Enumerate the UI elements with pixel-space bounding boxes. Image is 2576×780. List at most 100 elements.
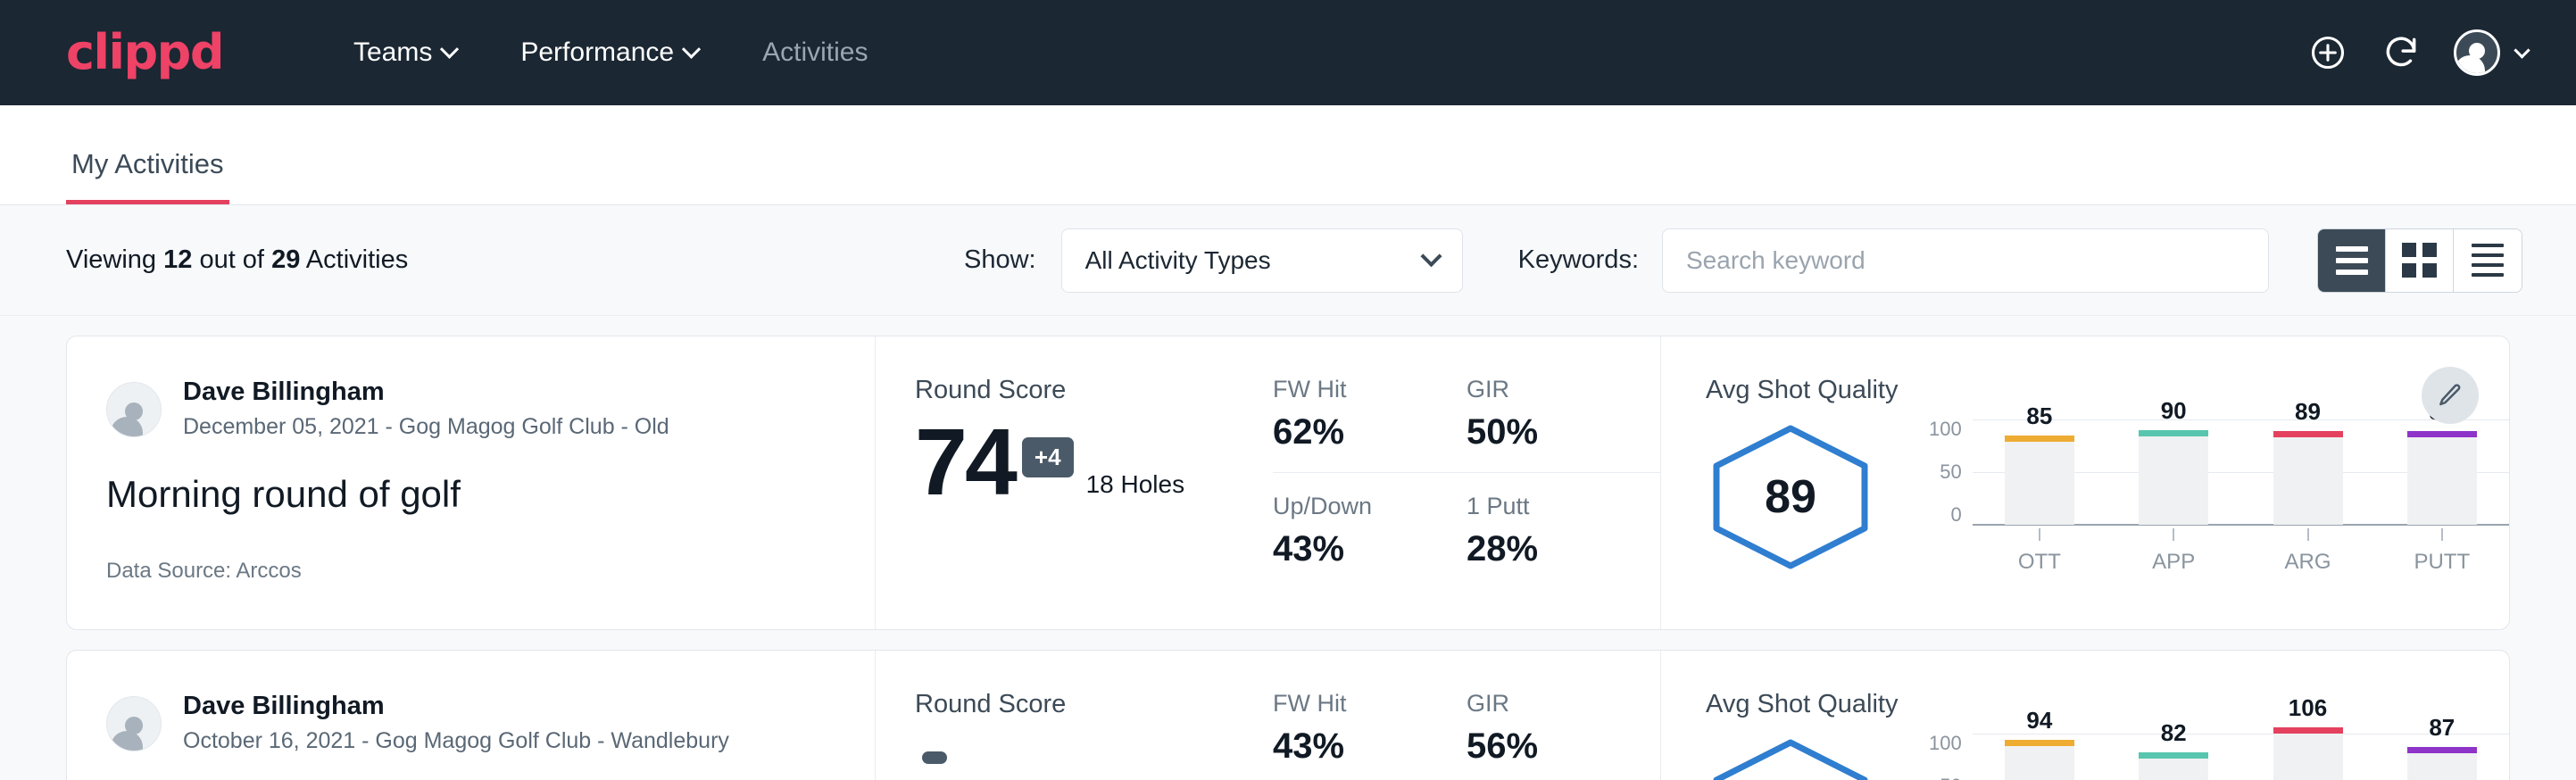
bar-cap-arg: [2273, 431, 2343, 437]
refresh-icon: [2381, 33, 2421, 72]
shot-quality-column: Avg Shot Quality 89 100 50 0: [1660, 336, 2509, 629]
x-label-group-putt: PUTT: [2407, 528, 2477, 575]
round-score-column: Round Score 74 +4 18 Holes: [875, 336, 1241, 629]
nav-item-teams-label: Teams: [353, 37, 432, 68]
bar-value-app: 90: [2161, 397, 2187, 425]
x-label-ott: OTT: [2018, 550, 2061, 575]
stat-fw-hit: FW Hit 43%: [1273, 690, 1467, 780]
x-label-group-arg: ARG: [2273, 528, 2343, 575]
shot-quality-body: 89 100 50 0 85: [1706, 419, 2509, 575]
x-label-putt: PUTT: [2414, 550, 2470, 575]
activity-type-select[interactable]: All Activity Types: [1061, 228, 1463, 293]
chevron-down-icon: [2514, 42, 2530, 58]
chevron-down-icon: [682, 39, 701, 58]
bar-group-arg: 89: [2273, 398, 2343, 525]
bar-putt: [2407, 431, 2477, 525]
y-tick-0: 0: [1929, 505, 1962, 525]
avg-shot-quality-label: Avg Shot Quality: [1706, 376, 2509, 405]
stat-gir: GIR 50%: [1467, 376, 1660, 473]
round-score-column: Round Score: [875, 651, 1241, 780]
stat-gir-label: GIR: [1467, 690, 1628, 718]
holes-played: 18 Holes: [1086, 470, 1185, 499]
stat-one-putt-value: 28%: [1467, 529, 1628, 569]
chart-bars: 85 90: [1973, 419, 2509, 525]
y-tick-50: 50: [1929, 462, 1962, 482]
navbar-actions: [2307, 29, 2528, 76]
shot-quality-chart: 100 50 0 94: [1929, 734, 2509, 780]
round-score-label: Round Score: [915, 690, 1241, 719]
bar-group-app: 90: [2139, 397, 2208, 525]
shot-quality-hexagon: [1706, 735, 1875, 780]
bar-value-ott: 85: [2026, 402, 2052, 430]
chevron-down-icon: [440, 39, 459, 58]
tab-my-activities[interactable]: My Activities: [66, 148, 229, 204]
search-input[interactable]: [1686, 246, 2245, 275]
plus-circle-icon: [2308, 33, 2347, 72]
add-button[interactable]: [2307, 32, 2348, 73]
chart-x-axis: OTT APP ARG: [1973, 528, 2509, 575]
stat-fw-hit: FW Hit 62%: [1273, 376, 1467, 473]
round-score-label: Round Score: [915, 376, 1241, 405]
round-stats-grid: FW Hit 43% GIR 56%: [1273, 690, 1660, 780]
stat-up-down-value: 43%: [1273, 529, 1434, 569]
activity-meta: October 16, 2021 - Gog Magog Golf Club -…: [183, 726, 729, 757]
bar-group-ott: 94: [2005, 707, 2074, 780]
toolbar-controls: Show: All Activity Types Keywords:: [964, 228, 2522, 293]
tab-bar: My Activities: [0, 105, 2576, 205]
bar-arg: [2273, 431, 2343, 525]
grid-view-button[interactable]: [2386, 229, 2454, 292]
list-view-button[interactable]: [2318, 229, 2386, 292]
player-header: Dave Billingham October 16, 2021 - Gog M…: [106, 690, 839, 757]
nav-item-activities[interactable]: Activities: [730, 37, 900, 68]
bar-group-arg: 106: [2273, 694, 2343, 780]
clippd-logo[interactable]: clippd: [66, 29, 223, 77]
avg-shot-quality-value: 89: [1706, 421, 1875, 573]
viewing-suffix: Activities: [306, 245, 408, 274]
account-menu[interactable]: [2454, 29, 2528, 76]
stat-up-down: Up/Down 43%: [1273, 473, 1467, 569]
stat-one-putt-label: 1 Putt: [1467, 493, 1628, 520]
refresh-button[interactable]: [2381, 32, 2422, 73]
bar-value-arg: 106: [2289, 694, 2327, 722]
stat-gir: GIR 56%: [1467, 690, 1660, 780]
stat-fw-hit-label: FW Hit: [1273, 690, 1434, 718]
nav-item-performance-label: Performance: [520, 37, 674, 68]
activity-meta: December 05, 2021 - Gog Magog Golf Club …: [183, 411, 669, 443]
activity-card[interactable]: Dave Billingham December 05, 2021 - Gog …: [66, 336, 2510, 630]
stat-fw-hit-label: FW Hit: [1273, 376, 1434, 403]
bar-cap-putt: [2407, 431, 2477, 437]
chart-plot-area: 94 82: [1973, 734, 2509, 780]
viewing-middle: out of: [199, 245, 264, 274]
shot-quality-column: Avg Shot Quality 100 50 0: [1660, 651, 2509, 780]
chart-plot-area: 85 90: [1973, 419, 2509, 575]
x-tick-app: [2173, 528, 2174, 541]
bar-arg: [2273, 727, 2343, 780]
compact-view-button[interactable]: [2454, 229, 2522, 292]
pencil-icon: [2437, 382, 2464, 409]
player-avatar: [106, 382, 162, 437]
y-tick-100: 100: [1929, 419, 1962, 439]
bar-cap-app: [2139, 752, 2208, 759]
stat-one-putt: 1 Putt 28%: [1467, 473, 1660, 569]
chart-y-axis: 100 50 0: [1929, 734, 1973, 780]
y-tick-100: 100: [1929, 734, 1962, 753]
edit-activity-button[interactable]: [2422, 367, 2479, 424]
round-score-row: 74 +4 18 Holes: [915, 418, 1241, 508]
y-tick-50: 50: [1929, 776, 1962, 780]
x-label-group-ott: OTT: [2005, 528, 2074, 575]
chevron-down-icon: [1420, 245, 1442, 267]
x-label-arg: ARG: [2284, 550, 2331, 575]
nav-item-teams[interactable]: Teams: [321, 37, 488, 68]
bar-ott: [2005, 436, 2074, 525]
nav-item-performance[interactable]: Performance: [488, 37, 730, 68]
chart-bars: 94 82: [1973, 734, 2509, 780]
x-tick-ott: [2039, 528, 2040, 541]
x-tick-arg: [2307, 528, 2309, 541]
grid-view-icon: [2402, 243, 2437, 278]
primary-nav: Teams Performance Activities: [321, 37, 900, 68]
bar-value-ott: 94: [2026, 707, 2052, 734]
activity-card[interactable]: Dave Billingham October 16, 2021 - Gog M…: [66, 650, 2510, 780]
avatar: [2454, 29, 2500, 76]
search-field-wrapper[interactable]: [1662, 228, 2269, 293]
filter-toolbar: Viewing 12 out of 29 Activities Show: Al…: [0, 205, 2576, 316]
